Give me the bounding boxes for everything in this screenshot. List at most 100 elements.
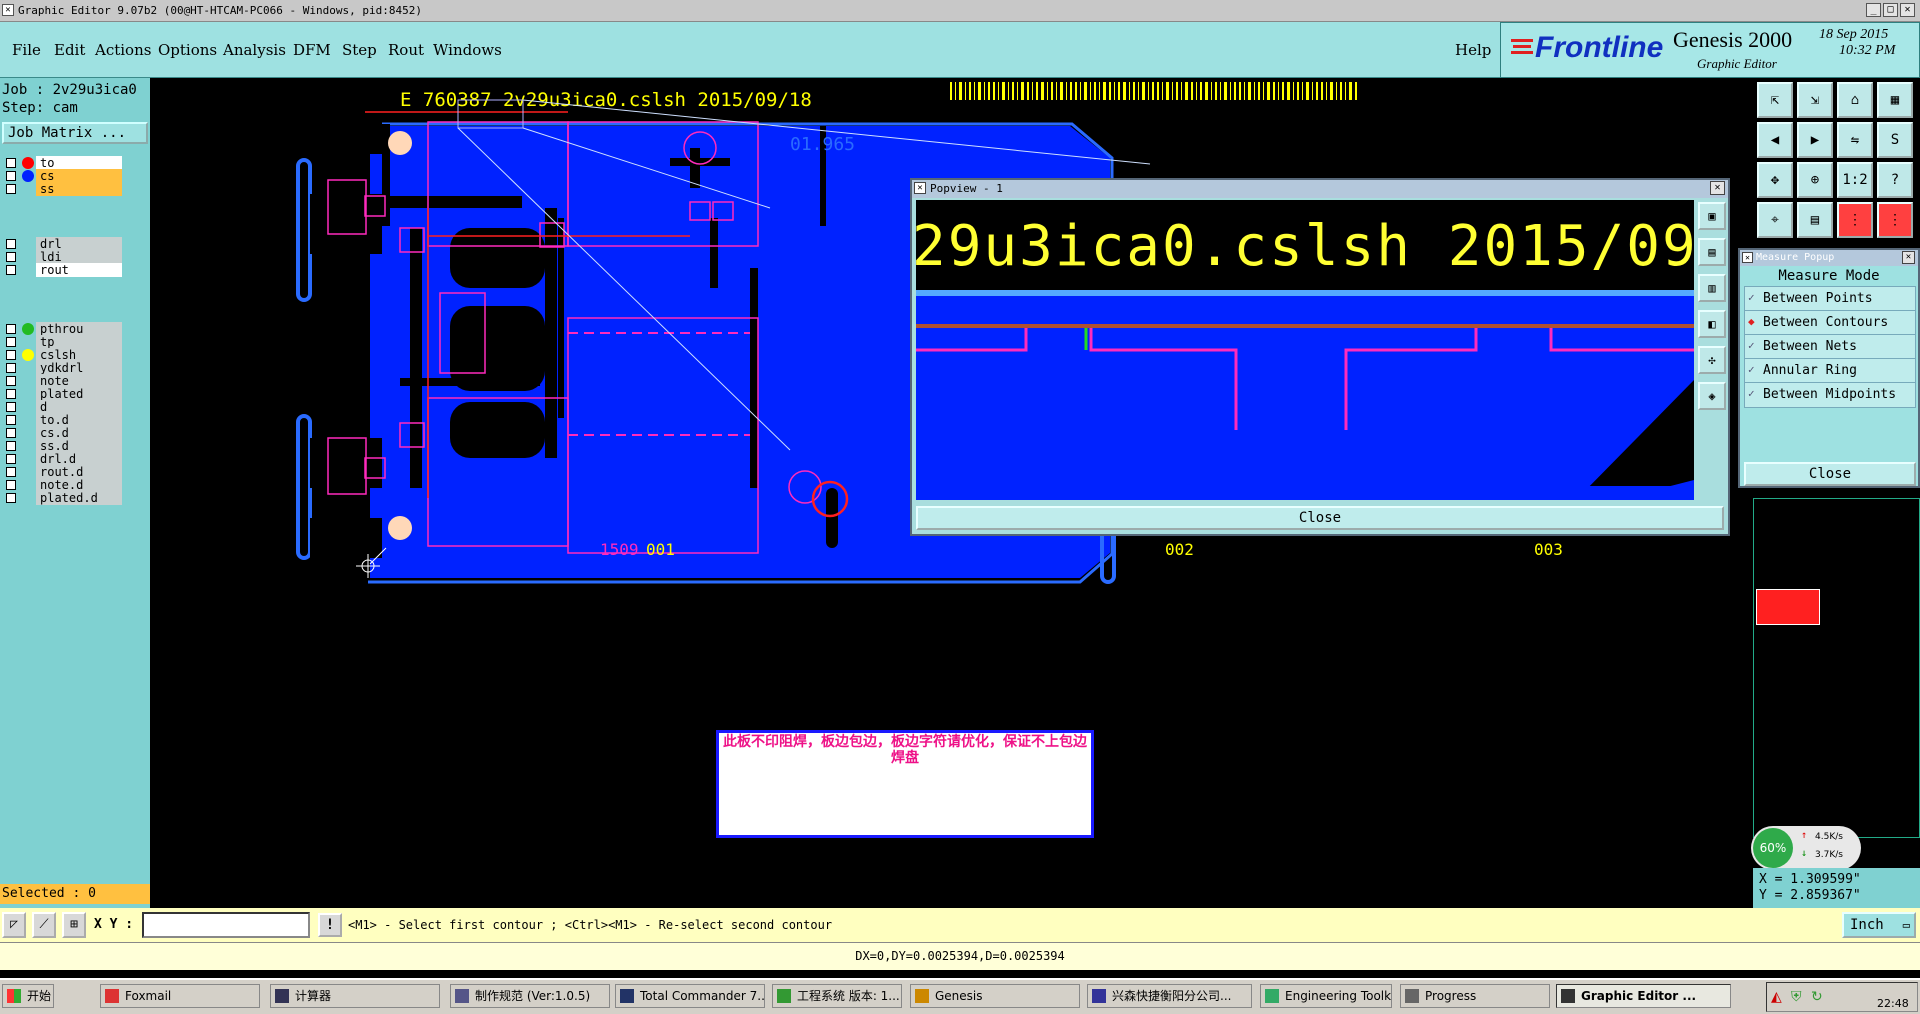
menu-help[interactable]: Help (1455, 41, 1491, 59)
layer-checkbox[interactable] (6, 350, 16, 360)
popview-tool-1-icon[interactable]: ▣ (1698, 202, 1726, 230)
layer-row[interactable]: ldi (4, 250, 122, 264)
measure-popup[interactable]: ✕ Measure Popup ✕ Measure Mode ✓ Between … (1738, 248, 1920, 488)
layer-row[interactable]: drl.d (4, 452, 122, 466)
taskbar-item[interactable]: Total Commander 7.... (615, 984, 765, 1008)
layer-row[interactable]: cs.d (4, 426, 122, 440)
layer-row[interactable]: ss.d (4, 439, 122, 453)
popview-tool-4-icon[interactable]: ◧ (1698, 310, 1726, 338)
layer-checkbox[interactable] (6, 171, 16, 181)
units-dropdown[interactable]: Inch ▭ (1842, 912, 1916, 938)
tool-fit-icon[interactable]: ⌂ (1837, 82, 1873, 118)
layer-checkbox[interactable] (6, 376, 16, 386)
menu-file[interactable]: File (12, 41, 41, 59)
layer-row[interactable]: pthrou (4, 322, 122, 336)
tool-center-icon[interactable]: ⊕ (1797, 162, 1833, 198)
popview-close-button[interactable]: Close (916, 506, 1724, 530)
layer-row[interactable]: d (4, 400, 122, 414)
tool-net-icon[interactable]: ⋮ (1837, 202, 1873, 238)
line-tool-icon[interactable]: ⟋ (32, 912, 56, 938)
layer-row[interactable]: cslsh (4, 348, 122, 362)
layer-checkbox[interactable] (6, 337, 16, 347)
layer-checkbox[interactable] (6, 324, 16, 334)
menu-rout[interactable]: Rout (388, 41, 424, 59)
warning-icon[interactable]: ! (318, 913, 342, 937)
taskbar-item[interactable]: Progress (1400, 984, 1550, 1008)
layer-checkbox[interactable] (6, 158, 16, 168)
layer-row[interactable]: rout.d (4, 465, 122, 479)
close-window-button[interactable]: ✕ (1900, 3, 1915, 17)
measure-close-icon[interactable]: ✕ (1902, 251, 1915, 264)
job-matrix-button[interactable]: Job Matrix ... (2, 122, 148, 144)
overview-panel[interactable] (1753, 498, 1920, 838)
taskbar-item[interactable]: 制作规范 (Ver:1.0.5) (450, 984, 610, 1008)
menu-analysis[interactable]: Analysis (223, 41, 286, 59)
layer-checkbox[interactable] (6, 184, 16, 194)
measure-option[interactable]: ✓ Between Nets (1744, 334, 1916, 360)
measure-option[interactable]: ✓ Between Points (1744, 286, 1916, 312)
popview-tool-5-icon[interactable]: ✣ (1698, 346, 1726, 374)
layer-row[interactable]: rout (4, 263, 122, 277)
layer-checkbox[interactable] (6, 428, 16, 438)
start-button[interactable]: 开始 (2, 984, 54, 1008)
xy-input[interactable] (142, 912, 310, 938)
measure-option[interactable]: ✓ Annular Ring (1744, 358, 1916, 384)
menu-options[interactable]: Options (158, 41, 217, 59)
taskbar-item[interactable]: Genesis (910, 984, 1080, 1008)
layer-row[interactable]: drl (4, 237, 122, 251)
grid-tool-icon[interactable]: ⊞ (62, 912, 86, 938)
layer-checkbox[interactable] (6, 480, 16, 490)
layer-row[interactable]: note (4, 374, 122, 388)
maximize-button[interactable]: □ (1883, 3, 1898, 17)
layer-checkbox[interactable] (6, 467, 16, 477)
tool-layers-icon[interactable]: ▤ (1797, 202, 1833, 238)
tool-pan-right-icon[interactable]: ▶ (1797, 122, 1833, 158)
layer-row[interactable]: to.d (4, 413, 122, 427)
measure-close-button[interactable]: Close (1744, 462, 1916, 486)
layer-row[interactable]: to (4, 156, 122, 170)
popview-tool-2-icon[interactable]: ▤ (1698, 238, 1726, 266)
menu-step[interactable]: Step (342, 41, 377, 59)
layer-row[interactable]: ss (4, 182, 122, 196)
layer-checkbox[interactable] (6, 415, 16, 425)
popview-close-icon[interactable]: ✕ (1710, 181, 1725, 195)
cursor-tool-icon[interactable]: ◸ (2, 912, 26, 938)
tool-snap-icon[interactable]: S (1877, 122, 1913, 158)
menu-edit[interactable]: Edit (54, 41, 85, 59)
taskbar-item[interactable]: Engineering Toolki... (1260, 984, 1392, 1008)
tool-move-icon[interactable]: ✥ (1757, 162, 1793, 198)
layer-checkbox[interactable] (6, 265, 16, 275)
tool-drc-icon[interactable]: ⋮ (1877, 202, 1913, 238)
minimize-button[interactable]: _ (1866, 3, 1881, 17)
popview-tool-3-icon[interactable]: ▥ (1698, 274, 1726, 302)
taskbar-item[interactable]: Graphic Editor ... (1556, 984, 1731, 1008)
popview-tool-6-icon[interactable]: ◈ (1698, 382, 1726, 410)
taskbar-item[interactable]: 工程系统 版本: 1... (772, 984, 902, 1008)
menu-actions[interactable]: Actions (95, 41, 151, 59)
layer-row[interactable]: plated (4, 387, 122, 401)
layer-row[interactable]: note.d (4, 478, 122, 492)
taskbar-item[interactable]: Foxmail (100, 984, 260, 1008)
layer-row[interactable]: ydkdrl (4, 361, 122, 375)
tray-shield-icon[interactable]: ⛨ (1791, 989, 1802, 1005)
layer-checkbox[interactable] (6, 239, 16, 249)
layer-checkbox[interactable] (6, 454, 16, 464)
measure-option[interactable]: ◆ Between Contours (1744, 310, 1916, 336)
tool-zoom-home-icon[interactable]: ⇱ (1757, 82, 1793, 118)
layer-row[interactable]: cs (4, 169, 122, 183)
popview-window[interactable]: ✕ Popview - 1 ✕ 29u3ica0.cslsh 2015/09/1… (910, 178, 1730, 536)
tool-grid-icon[interactable]: ▦ (1877, 82, 1913, 118)
measure-option[interactable]: ✓ Between Midpoints (1744, 382, 1916, 408)
popview-canvas[interactable]: 29u3ica0.cslsh 2015/09/1 (916, 200, 1694, 500)
layer-row[interactable]: plated.d (4, 491, 122, 505)
tool-measure-icon[interactable]: ⌖ (1757, 202, 1793, 238)
layer-checkbox[interactable] (6, 493, 16, 503)
tool-help-icon[interactable]: ? (1877, 162, 1913, 198)
tool-scale-icon[interactable]: 1:2 (1837, 162, 1873, 198)
tool-zoom-in-icon[interactable]: ⇲ (1797, 82, 1833, 118)
layer-checkbox[interactable] (6, 252, 16, 262)
tray-app-icon[interactable]: ◭ (1771, 989, 1782, 1005)
layer-checkbox[interactable] (6, 389, 16, 399)
layer-checkbox[interactable] (6, 402, 16, 412)
menu-dfm[interactable]: DFM (293, 41, 331, 59)
